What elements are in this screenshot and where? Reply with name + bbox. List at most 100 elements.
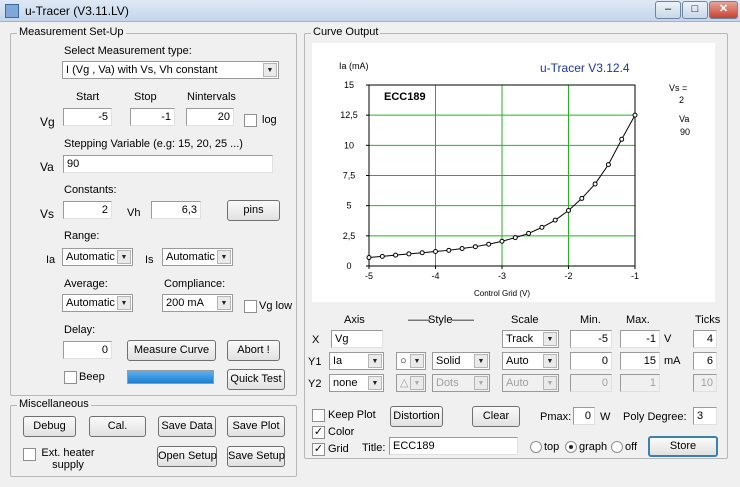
measure-curve-button[interactable]: Measure Curve (127, 340, 216, 361)
abort-button[interactable]: Abort ! (227, 340, 280, 361)
debug-button[interactable]: Debug (23, 416, 76, 437)
maximize-button[interactable]: □ (682, 1, 708, 19)
store-button[interactable]: Store (648, 436, 718, 457)
style-header-dash-right: —— (452, 314, 474, 326)
chevron-down-icon[interactable]: ▼ (474, 376, 488, 390)
vg-nintervals-input[interactable]: 20 (186, 108, 234, 126)
y2-axis-select[interactable]: none ▼ (329, 374, 384, 392)
save-setup-button[interactable]: Save Setup (227, 446, 285, 467)
ia-label: Ia (46, 254, 56, 266)
side-vs-label: Vs = (669, 83, 688, 93)
grid-checkbox[interactable]: ✓ (312, 443, 325, 456)
y1-min-input[interactable]: 0 (570, 352, 612, 370)
beep-checkbox[interactable] (64, 371, 77, 384)
vh-input[interactable]: 6,3 (151, 201, 201, 219)
data-point (499, 238, 505, 244)
vs-input[interactable]: 2 (63, 201, 112, 219)
measurement-type-select[interactable]: I (Vg , Va) with Vs, Vh constant ▼ (62, 61, 279, 79)
chevron-down-icon[interactable]: ▼ (543, 376, 557, 390)
poly-degree-input[interactable]: 3 (693, 407, 717, 425)
position-top-radio[interactable] (530, 441, 542, 453)
position-off-radio[interactable] (611, 441, 623, 453)
nintervals-column-label: Nintervals (187, 91, 236, 103)
checkmark-icon: ✓ (313, 426, 324, 438)
chevron-down-icon[interactable]: ▼ (474, 354, 488, 368)
compliance-value: 200 mA (166, 297, 204, 309)
y2-max-input[interactable]: 1 (620, 374, 660, 392)
calibrate-button[interactable]: Cal. (89, 416, 146, 437)
chevron-down-icon[interactable]: ▼ (117, 250, 131, 264)
x-tick-label: -3 (498, 271, 506, 281)
save-plot-button[interactable]: Save Plot (227, 416, 285, 437)
color-checkbox[interactable]: ✓ (312, 426, 325, 439)
delay-input[interactable]: 0 (63, 341, 112, 359)
chevron-down-icon[interactable]: ▼ (217, 296, 231, 310)
x-max-input[interactable]: -1 (620, 330, 660, 348)
x-ticks-input[interactable]: 4 (693, 330, 717, 348)
chevron-down-icon[interactable]: ▼ (410, 354, 424, 368)
x-scale-select[interactable]: Track ▼ (502, 330, 559, 348)
y1-axis-select[interactable]: Ia ▼ (329, 352, 384, 370)
y2-line-style-select[interactable]: Dots ▼ (432, 374, 490, 392)
vg-start-input[interactable]: -5 (63, 108, 112, 126)
is-label: Is (145, 254, 154, 266)
chevron-down-icon[interactable]: ▼ (410, 376, 424, 390)
data-point (632, 112, 638, 118)
is-range-select[interactable]: Automatic ▼ (162, 248, 233, 266)
pmax-input[interactable]: 0 (573, 407, 595, 425)
log-label: log (262, 114, 277, 126)
y1-unit-label: mA (664, 355, 681, 367)
y2-min-input[interactable]: 0 (570, 374, 612, 392)
y2-scale-value: Auto (506, 377, 529, 389)
stop-column-label: Stop (134, 91, 157, 103)
chevron-down-icon[interactable]: ▼ (263, 63, 277, 77)
compliance-select[interactable]: 200 mA ▼ (162, 294, 233, 312)
pmax-unit: W (600, 411, 611, 423)
distortion-button[interactable]: Distortion (390, 406, 443, 427)
va-stepping-input[interactable]: 90 (63, 155, 273, 173)
y2-marker-select[interactable]: △ ▼ (396, 374, 426, 392)
data-point (512, 235, 518, 241)
y1-scale-select[interactable]: Auto ▼ (502, 352, 559, 370)
log-checkbox[interactable] (244, 114, 257, 127)
keep-plot-checkbox[interactable] (312, 409, 325, 422)
y2-ticks-input[interactable]: 10 (693, 374, 717, 392)
x-min-input[interactable]: -5 (570, 330, 612, 348)
title-input[interactable]: ECC189 (389, 437, 518, 455)
x-axis-input[interactable]: Vg (331, 330, 383, 348)
y-tick-label: 15 (344, 80, 354, 90)
progress-bar (127, 370, 214, 384)
y1-ticks-input[interactable]: 6 (693, 352, 717, 370)
y1-marker-select[interactable]: ○ ▼ (396, 352, 426, 370)
chevron-down-icon[interactable]: ▼ (543, 354, 557, 368)
data-point (459, 246, 465, 252)
close-button[interactable]: ✕ (709, 1, 738, 19)
chevron-down-icon[interactable]: ▼ (117, 296, 131, 310)
chevron-down-icon[interactable]: ▼ (217, 250, 231, 264)
chevron-down-icon[interactable]: ▼ (368, 354, 382, 368)
chevron-down-icon[interactable]: ▼ (543, 332, 557, 346)
chevron-down-icon[interactable]: ▼ (368, 376, 382, 390)
y1-line-style-select[interactable]: Solid ▼ (432, 352, 490, 370)
clear-button[interactable]: Clear (472, 406, 520, 427)
y-axis-label: Ia (mA) (339, 61, 369, 71)
y2-scale-select[interactable]: Auto ▼ (502, 374, 559, 392)
va-label: Va (40, 160, 54, 174)
y2-row-label: Y2 (308, 378, 322, 390)
pins-button[interactable]: pins (227, 200, 280, 221)
position-graph-radio[interactable] (565, 441, 577, 453)
save-data-button[interactable]: Save Data (158, 416, 216, 437)
minimize-button[interactable]: – (655, 1, 681, 19)
y1-max-input[interactable]: 15 (620, 352, 660, 370)
vg-stop-input[interactable]: -1 (130, 108, 175, 126)
data-point (619, 136, 625, 142)
ext-heater-checkbox[interactable] (23, 448, 36, 461)
average-select[interactable]: Automatic ▼ (62, 294, 133, 312)
min-header: Min. (580, 314, 601, 326)
vg-low-checkbox[interactable] (244, 300, 257, 313)
ia-range-select[interactable]: Automatic ▼ (62, 248, 133, 266)
quick-test-button[interactable]: Quick Test (227, 369, 285, 390)
checkmark-icon: ✓ (313, 443, 324, 455)
open-setup-button[interactable]: Open Setup (157, 446, 217, 467)
beep-label: Beep (79, 371, 105, 383)
